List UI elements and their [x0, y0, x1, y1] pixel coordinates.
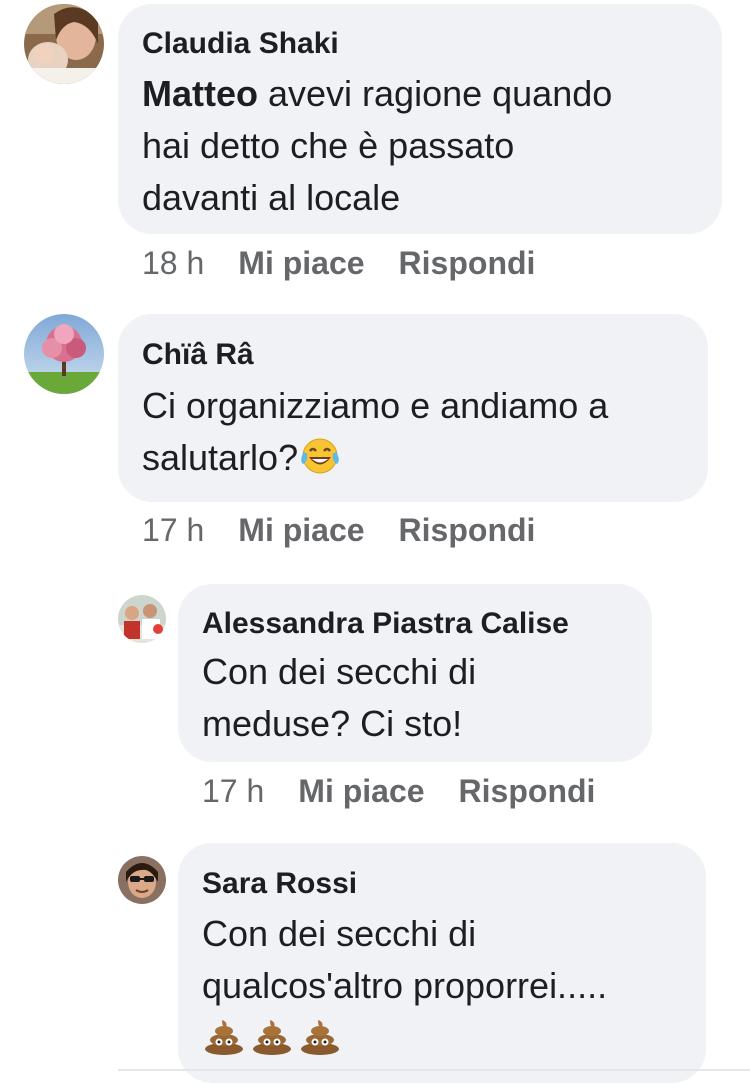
comment-author[interactable]: Sara Rossi — [202, 866, 357, 902]
comment-text: Con dei secchi di meduse? Ci sto! — [202, 651, 477, 744]
timestamp[interactable]: 17 h — [142, 510, 204, 550]
divider — [118, 1069, 750, 1071]
pile-of-poo-emoji-row — [202, 1012, 607, 1070]
like-button[interactable]: Mi piace — [238, 510, 364, 550]
comment-author[interactable]: Chïâ Râ — [142, 337, 254, 373]
avatar[interactable] — [24, 314, 104, 394]
timestamp[interactable]: 17 h — [202, 771, 264, 811]
reply-button[interactable]: Rispondi — [399, 510, 536, 550]
comment-text: Ci organizziamo e andiamo a salutarlo? — [142, 380, 608, 490]
timestamp[interactable]: 18 h — [142, 243, 204, 283]
comment-actions: 17 h Mi piace Rispondi — [142, 510, 535, 550]
comment-author[interactable]: Claudia Shaki — [142, 26, 339, 62]
mention-link[interactable]: Matteo — [142, 73, 258, 114]
avatar[interactable] — [24, 4, 104, 84]
reply-button[interactable]: Rispondi — [399, 243, 536, 283]
like-button[interactable]: Mi piace — [298, 771, 424, 811]
avatar[interactable] — [118, 595, 166, 643]
comment-author[interactable]: Alessandra Piastra Calise — [202, 606, 569, 642]
profile-photo-icon — [118, 856, 166, 904]
pile-of-poo-icon — [298, 1016, 342, 1070]
tears-of-joy-emoji-icon — [298, 436, 342, 490]
pile-of-poo-icon — [250, 1016, 294, 1070]
comment-actions: 17 h Mi piace Rispondi — [202, 771, 595, 811]
reply-button[interactable]: Rispondi — [459, 771, 596, 811]
profile-photo-icon — [24, 4, 104, 84]
comment-text: Matteo avevi ragione quando hai detto ch… — [142, 73, 613, 218]
comment-text: Con dei secchi di qualcos'altro proporre… — [202, 908, 607, 1070]
pile-of-poo-icon — [202, 1016, 246, 1070]
like-button[interactable]: Mi piace — [238, 243, 364, 283]
avatar[interactable] — [118, 856, 166, 904]
profile-photo-icon — [118, 595, 166, 643]
profile-photo-icon — [24, 314, 104, 394]
comment-actions: 18 h Mi piace Rispondi — [142, 243, 535, 283]
